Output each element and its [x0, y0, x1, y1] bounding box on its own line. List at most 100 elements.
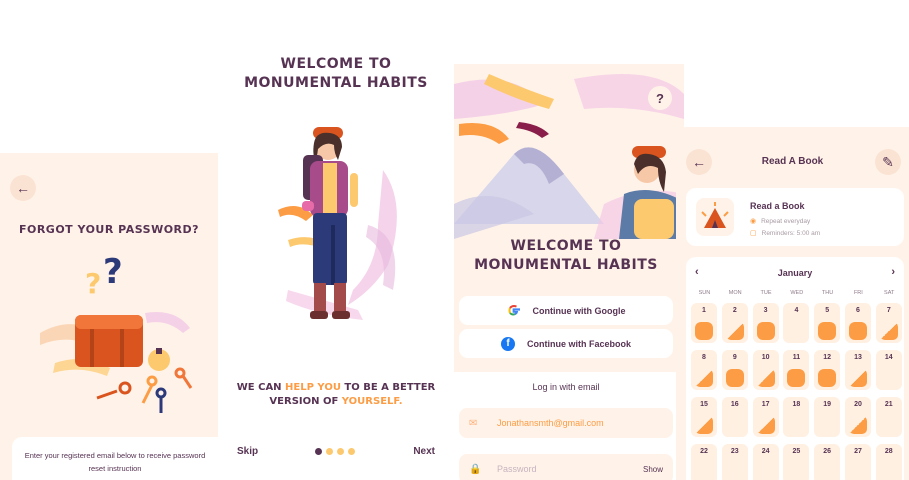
bell-icon: ◉ — [750, 218, 757, 225]
reminder-text: Reminders: 5:00 am — [761, 229, 821, 237]
help-icon: ? — [656, 90, 664, 106]
back-button[interactable]: ← — [10, 175, 36, 201]
calendar-day[interactable]: 14 — [875, 350, 902, 390]
camp-icon — [701, 202, 729, 228]
tagline: WE CAN HELP YOU TO BE A BETTER VERSION O… — [218, 381, 454, 409]
tagline-highlight1: HELP YOU — [285, 382, 341, 393]
facebook-login-button[interactable]: f Continue with Facebook — [459, 329, 673, 358]
calendar-day[interactable]: 1 — [691, 303, 717, 343]
day-number: 25 — [792, 448, 801, 455]
calendar-day[interactable]: 6 — [845, 303, 871, 343]
day-number: 17 — [761, 401, 770, 408]
calendar-day[interactable]: 9 — [721, 350, 748, 390]
weekday-label: THU — [821, 290, 834, 296]
email-section-label: Log in with email — [532, 382, 600, 392]
next-button[interactable]: Next — [413, 446, 435, 457]
calendar-day[interactable]: 21 — [875, 397, 902, 437]
calendar-day[interactable]: 11 — [783, 350, 810, 390]
completed-marker — [756, 322, 775, 340]
repeat-text: Repeat everyday — [761, 217, 811, 225]
welcome-title-line2: MONUMENTAL HABITS — [244, 75, 428, 91]
calendar-day[interactable]: 4 — [783, 303, 810, 343]
page-title: FORGOT YOUR PASSWORD? — [18, 223, 200, 236]
show-password-button[interactable]: Show — [643, 465, 663, 474]
calendar-day[interactable]: 19 — [814, 397, 841, 437]
day-number: 1 — [702, 307, 706, 314]
partial-marker — [695, 369, 713, 387]
edit-button[interactable]: ✎ — [875, 149, 901, 175]
help-button[interactable]: ? — [648, 86, 672, 110]
calendar-day[interactable]: 20 — [845, 397, 871, 437]
day-number: 13 — [854, 354, 862, 361]
arrow-left-icon: ← — [16, 180, 30, 196]
day-number: 27 — [854, 448, 862, 455]
calendar-day[interactable]: 2 — [721, 303, 748, 343]
completed-marker — [849, 322, 867, 340]
weekday-label: TUE — [760, 290, 772, 296]
chat-icon: ▢ — [750, 230, 757, 237]
weekday-label: MON — [728, 290, 742, 296]
calendar-day[interactable]: 22 — [691, 444, 717, 480]
info-text: Enter your registered email below to rec… — [24, 451, 206, 473]
calendar-day[interactable]: 12 — [814, 350, 841, 390]
page-dot-2[interactable] — [326, 448, 333, 455]
info-card: Enter your registered email below to rec… — [12, 437, 218, 480]
page-dot-4[interactable] — [348, 448, 355, 455]
calendar-day[interactable]: 24 — [752, 444, 779, 480]
day-number: 3 — [763, 307, 768, 314]
calendar-day[interactable]: 5 — [814, 303, 841, 343]
calendar-day[interactable]: 23 — [721, 444, 748, 480]
calendar-day[interactable]: 13 — [845, 350, 871, 390]
next-month-button[interactable]: › — [891, 266, 895, 278]
calendar-day[interactable]: 16 — [721, 397, 748, 437]
day-number: 23 — [730, 448, 739, 455]
day-number: 28 — [884, 448, 893, 455]
login-title-line2: MONUMENTAL HABITS — [474, 257, 658, 273]
calendar-day[interactable]: 18 — [783, 397, 810, 437]
page-dot-1[interactable] — [315, 448, 322, 455]
lock-icon: 🔒 — [469, 463, 482, 475]
calendar-day[interactable]: 7 — [875, 303, 902, 343]
svg-text:?: ? — [85, 267, 101, 300]
login-screen: ? WELCOME TO MONUMENTAL HABITS Continue … — [454, 64, 684, 480]
facebook-icon: f — [500, 336, 515, 351]
repeat-info: ◉ Repeat everyday — [750, 217, 811, 226]
calendar-day[interactable]: 3 — [752, 303, 779, 343]
weekday-label: SAT — [884, 290, 895, 296]
day-number: 16 — [730, 401, 739, 408]
completed-marker — [695, 322, 713, 340]
mail-icon: ✉ — [469, 417, 478, 429]
password-field[interactable]: 🔒 Password Show — [459, 454, 673, 480]
page-indicator — [315, 448, 355, 455]
day-number: 9 — [732, 354, 737, 361]
calendar-day[interactable]: 17 — [752, 397, 779, 437]
calendar-day[interactable]: 10 — [752, 350, 779, 390]
day-number: 21 — [884, 401, 893, 408]
email-field[interactable]: ✉ Jonathansmth@gmail.com — [459, 408, 673, 438]
welcome-screen: WELCOME TO MONUMENTAL HABITS WE CAN HELP… — [218, 0, 454, 480]
calendar-day[interactable]: 27 — [845, 444, 871, 480]
month-label: January — [777, 268, 813, 278]
skip-button[interactable]: Skip — [237, 446, 258, 457]
calendar-day[interactable]: 28 — [875, 444, 902, 480]
tagline-highlight2: YOURSELF. — [341, 396, 403, 407]
password-placeholder: Password — [497, 464, 537, 474]
day-number: 5 — [825, 307, 830, 314]
calendar-day[interactable]: 26 — [814, 444, 841, 480]
partial-marker — [725, 322, 744, 340]
calendar-day[interactable]: 15 — [691, 397, 717, 437]
google-login-button[interactable]: Continue with Google — [459, 296, 673, 325]
day-number: 4 — [794, 307, 799, 314]
habit-calendar: ‹ January › SUN MON TUE WED THU FRI SAT 123456… — [686, 257, 904, 480]
habit-card[interactable]: Read a Book ◉ Repeat everyday ▢ Reminder… — [686, 188, 904, 246]
calendar-day[interactable]: 8 — [691, 350, 717, 390]
calendar-day[interactable]: 25 — [783, 444, 810, 480]
partial-marker — [879, 322, 898, 340]
login-title: WELCOME TO MONUMENTAL HABITS — [454, 237, 678, 275]
day-number: 22 — [700, 448, 708, 455]
habit-detail-screen: ← Read A Book ✎ Read a Book ◉ Repeat eve… — [676, 127, 909, 480]
page-dot-3[interactable] — [337, 448, 344, 455]
day-number: 8 — [702, 354, 706, 361]
day-number: 20 — [854, 401, 862, 408]
google-label: Continue with Google — [532, 305, 626, 316]
